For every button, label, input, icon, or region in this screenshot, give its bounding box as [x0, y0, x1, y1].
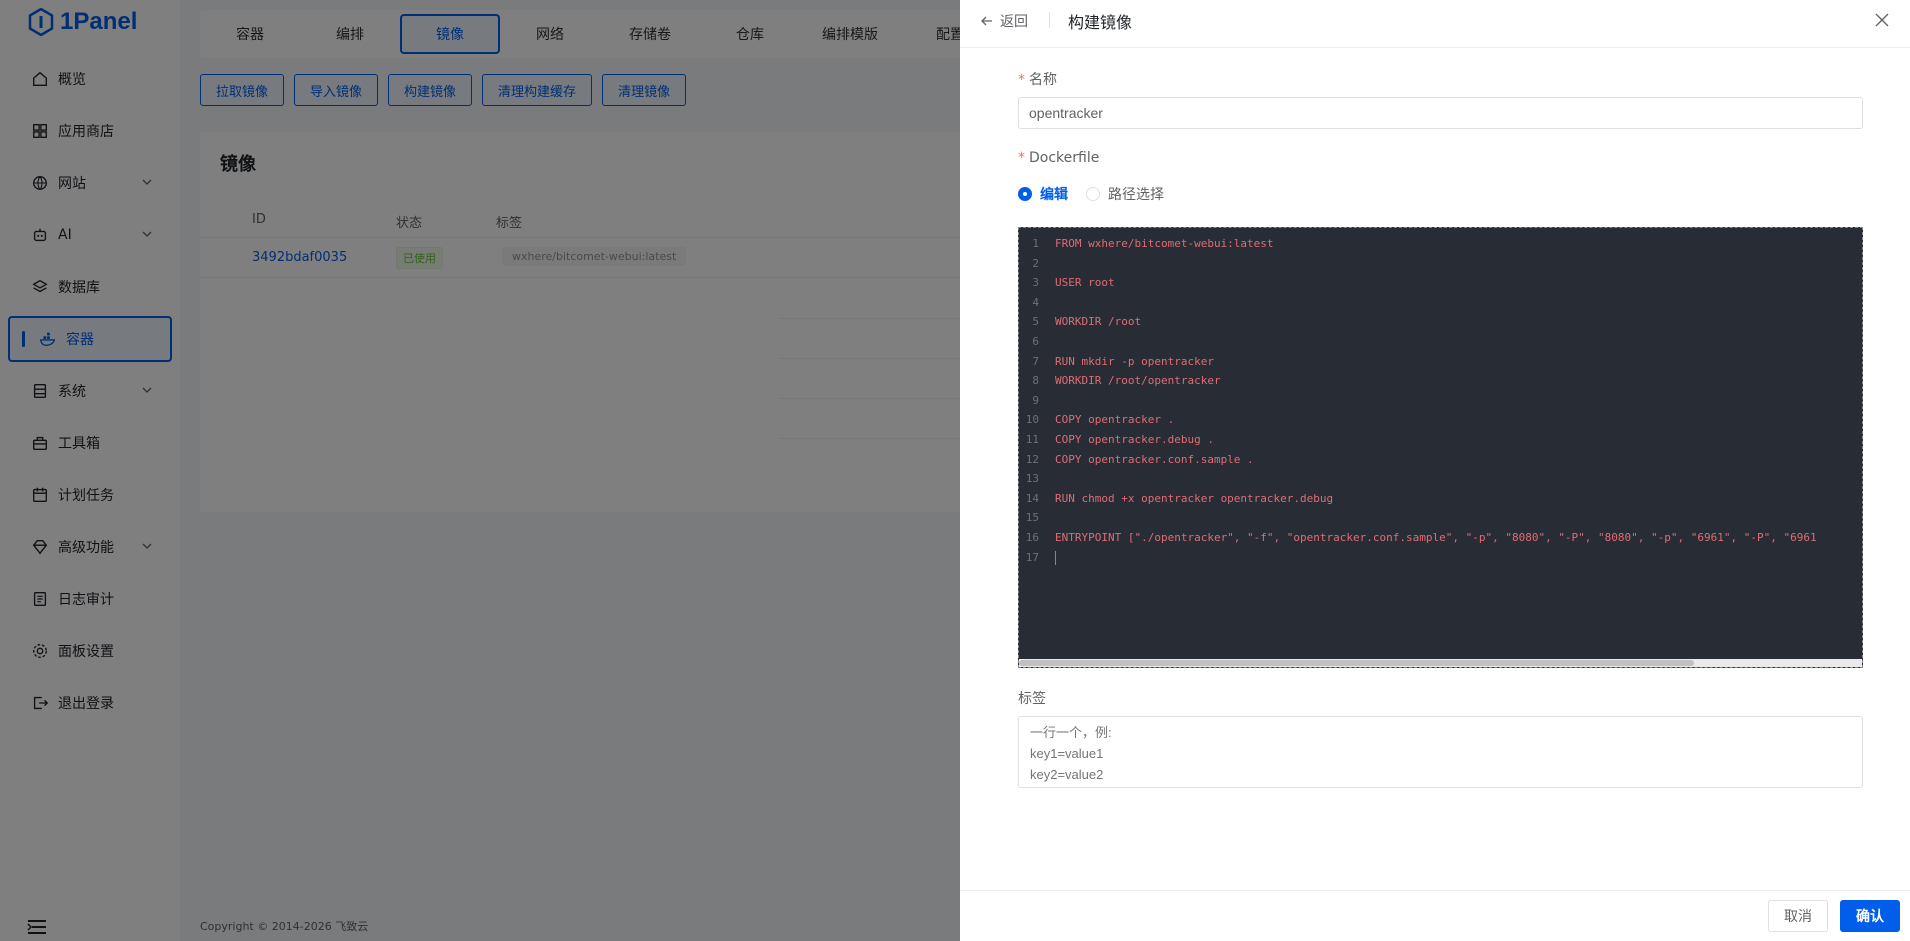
- code-line: 15: [1019, 508, 1862, 528]
- horizontal-scrollbar[interactable]: [1019, 659, 1862, 667]
- line-number: 2: [1032, 256, 1039, 270]
- name-input[interactable]: [1018, 97, 1863, 129]
- back-label: 返回: [1000, 14, 1028, 30]
- code-line: 11 COPY opentracker.debug .: [1019, 430, 1862, 450]
- code-text: FROM wxhere/bitcomet-webui:latest: [1055, 237, 1274, 250]
- line-number: 9: [1032, 393, 1039, 407]
- line-number: 1: [1032, 237, 1039, 250]
- line-number: 14: [1025, 491, 1039, 505]
- code-line: 4: [1019, 293, 1862, 313]
- code-text: COPY opentracker.conf.sample .: [1055, 452, 1254, 466]
- code-line: 6: [1019, 332, 1862, 352]
- line-number: 10: [1025, 413, 1039, 427]
- line-number: 16: [1025, 530, 1039, 544]
- name-label: * 名称: [1018, 72, 1057, 88]
- tags-textarea[interactable]: [1018, 716, 1863, 788]
- code-line: 17: [1019, 548, 1862, 568]
- arrow-left-icon: [981, 16, 992, 26]
- code-line: 10 COPY opentracker .: [1019, 410, 1862, 430]
- code-text: RUN chmod +x opentracker opentracker.deb…: [1055, 491, 1334, 505]
- scrollbar-thumb[interactable]: [1019, 660, 1694, 666]
- line-number: 12: [1025, 452, 1039, 466]
- dockerfile-label: * Dockerfile: [1018, 150, 1100, 166]
- code-line: 1 FROM wxhere/bitcomet-webui:latest: [1019, 234, 1862, 254]
- code-text: WORKDIR /root/opentracker: [1055, 374, 1221, 388]
- text-cursor: [1055, 550, 1056, 565]
- radio-edit[interactable]: 编辑: [1018, 184, 1068, 204]
- line-number: 3: [1032, 276, 1039, 290]
- line-number: 17: [1025, 550, 1039, 564]
- dockerfile-editor[interactable]: 1 FROM wxhere/bitcomet-webui:latest 2 3 USER…: [1018, 227, 1863, 668]
- code-line: 9: [1019, 391, 1862, 411]
- radio-dot: [1086, 187, 1100, 201]
- cancel-button[interactable]: 取消: [1768, 900, 1828, 932]
- confirm-button[interactable]: 确认: [1840, 900, 1900, 932]
- code-text: ENTRYPOINT ["./opentracker", "-f", "open…: [1055, 530, 1817, 544]
- line-number: 8: [1032, 374, 1039, 388]
- line-number: 15: [1025, 511, 1039, 525]
- code-line: 8 WORKDIR /root/opentracker: [1019, 371, 1862, 391]
- code-text: USER root: [1055, 276, 1115, 290]
- code-lines: 1 FROM wxhere/bitcomet-webui:latest 2 3 USER…: [1019, 234, 1862, 567]
- tags-label: 标签: [1018, 691, 1046, 707]
- code-line: 5 WORKDIR /root: [1019, 312, 1862, 332]
- line-number: 7: [1032, 354, 1039, 368]
- line-number: 13: [1025, 472, 1039, 486]
- code-text: RUN mkdir -p opentracker: [1055, 354, 1214, 368]
- code-line: 16 ENTRYPOINT ["./opentracker", "-f", "op…: [1019, 528, 1862, 548]
- header-divider: [1049, 12, 1050, 28]
- drawer-title: 构建镜像: [1068, 13, 1133, 32]
- drawer-header: 返回 构建镜像: [960, 0, 1910, 48]
- code-text: COPY opentracker.debug .: [1055, 432, 1214, 446]
- dockerfile-mode: 编辑 路径选择: [1018, 184, 1164, 204]
- code-line: 13: [1019, 469, 1862, 489]
- radio-dot: [1018, 187, 1032, 201]
- line-number: 11: [1025, 432, 1039, 446]
- radio-path-select[interactable]: 路径选择: [1086, 184, 1164, 204]
- code-line: 2: [1019, 254, 1862, 274]
- line-number: 4: [1032, 295, 1039, 309]
- code-line: 7 RUN mkdir -p opentracker: [1019, 352, 1862, 372]
- drawer-footer: 取消 确认: [960, 890, 1910, 941]
- code-text: COPY opentracker .: [1055, 413, 1175, 427]
- line-number: 6: [1032, 334, 1039, 348]
- build-image-drawer: 返回 构建镜像 *名称 *Dockerfile 编辑 路径选择 1 FROM wx…: [960, 0, 1910, 941]
- code-line: 12 COPY opentracker.conf.sample .: [1019, 450, 1862, 470]
- code-text: WORKDIR /root: [1055, 315, 1142, 329]
- code-line: 14 RUN chmod +x opentracker opentracker.d…: [1019, 489, 1862, 509]
- line-number: 5: [1032, 315, 1039, 329]
- back-button[interactable]: 返回: [980, 10, 1028, 32]
- code-line: 3 USER root: [1019, 273, 1862, 293]
- close-icon[interactable]: [1874, 12, 1890, 28]
